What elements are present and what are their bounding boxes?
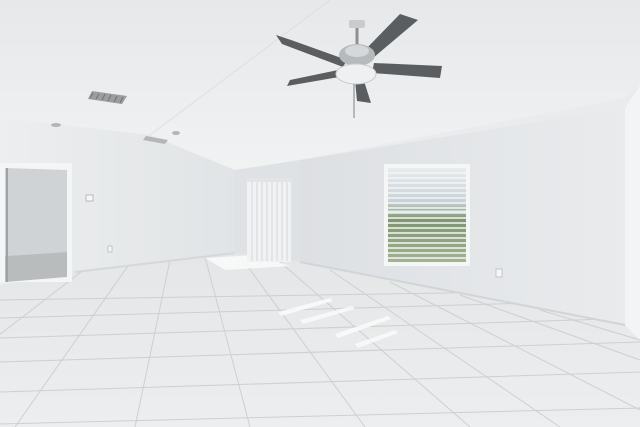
room-scene xyxy=(0,0,640,427)
window xyxy=(384,164,470,266)
recessed-light-icon xyxy=(51,123,61,127)
room-photo xyxy=(0,0,640,427)
doorway xyxy=(0,163,72,282)
outlet-icon xyxy=(107,245,113,253)
recessed-light-icon xyxy=(172,131,180,135)
sliding-door-blinds xyxy=(247,178,292,262)
far-right-wall xyxy=(625,85,640,340)
outlet-icon xyxy=(495,268,503,278)
thermostat-icon xyxy=(85,194,94,202)
